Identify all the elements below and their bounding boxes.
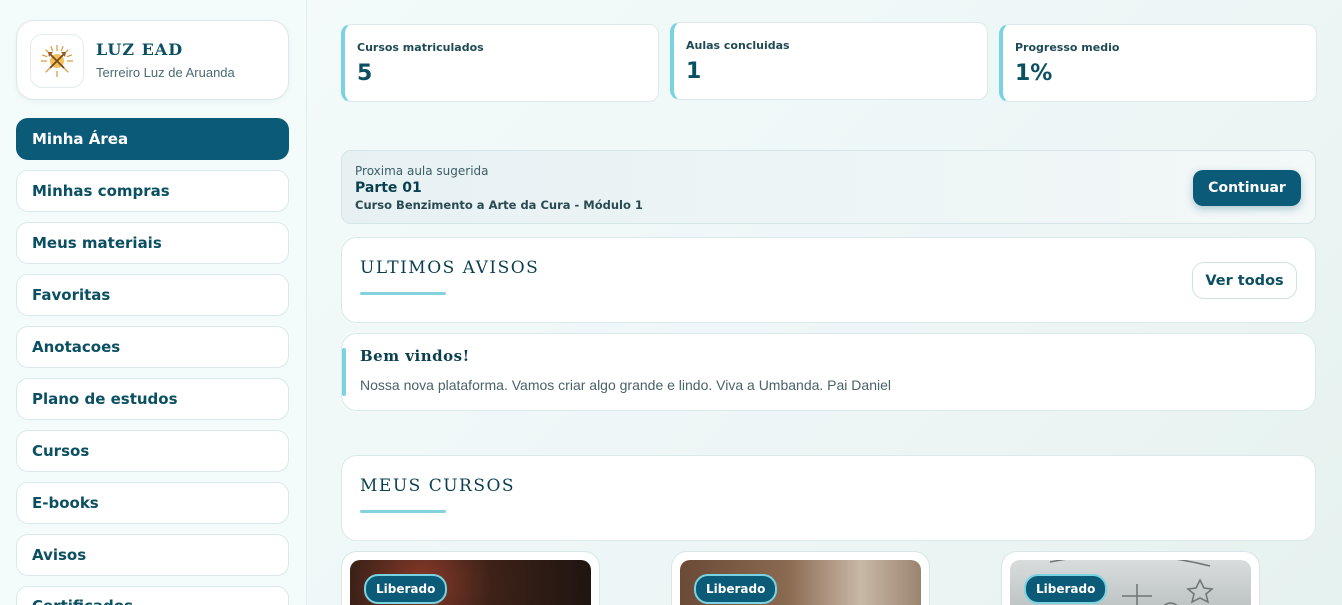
course-card[interactable]: Liberado bbox=[341, 551, 600, 605]
title-underline bbox=[360, 292, 446, 295]
next-lesson-banner: Proxima aula sugerida Parte 01 Curso Ben… bbox=[341, 150, 1316, 224]
stat-value: 1 bbox=[686, 59, 702, 84]
sidebar-item-avisos[interactable]: Avisos bbox=[16, 534, 289, 576]
stat-value: 5 bbox=[357, 61, 373, 86]
notice-item[interactable]: Bem vindos! Nossa nova plataforma. Vamos… bbox=[341, 333, 1316, 411]
courses-title: MEUS CURSOS bbox=[360, 476, 516, 496]
sidebar-item-meus-materiais[interactable]: Meus materiais bbox=[16, 222, 289, 264]
stat-label: Progresso medio bbox=[1015, 41, 1120, 54]
stat-value: 1% bbox=[1015, 61, 1053, 86]
stat-card-progresso-medio: Progresso medio 1% bbox=[999, 24, 1317, 102]
stat-label: Aulas concluidas bbox=[686, 39, 790, 52]
next-lesson-label: Proxima aula sugerida bbox=[355, 164, 489, 178]
sidebar-item-favoritas[interactable]: Favoritas bbox=[16, 274, 289, 316]
notices-panel: ULTIMOS AVISOS Ver todos bbox=[341, 237, 1316, 323]
stat-card-aulas-concluidas: Aulas concluidas 1 bbox=[670, 22, 988, 100]
sun-axes-logo-icon bbox=[30, 34, 84, 88]
stat-card-cursos-matriculados: Cursos matriculados 5 bbox=[341, 24, 659, 102]
brand-title: LUZ EAD bbox=[96, 40, 184, 59]
course-card[interactable]: Liberado bbox=[671, 551, 930, 605]
sidebar-item-cursos[interactable]: Cursos bbox=[16, 430, 289, 472]
course-status-badge: Liberado bbox=[1024, 574, 1108, 604]
view-all-notices-button[interactable]: Ver todos bbox=[1192, 262, 1297, 299]
sidebar-item-minhas-compras[interactable]: Minhas compras bbox=[16, 170, 289, 212]
sidebar-item-minha-area[interactable]: Minha Área bbox=[16, 118, 289, 160]
course-status-badge: Liberado bbox=[694, 574, 778, 604]
notice-title: Bem vindos! bbox=[360, 347, 470, 365]
sidebar-item-certificados[interactable]: Certificados bbox=[16, 586, 289, 605]
courses-panel: MEUS CURSOS bbox=[341, 455, 1316, 541]
title-underline bbox=[360, 510, 446, 513]
notices-title: ULTIMOS AVISOS bbox=[360, 258, 540, 278]
next-lesson-title: Parte 01 bbox=[355, 180, 422, 196]
sidebar: LUZ EAD Terreiro Luz de Aruanda Minha Ár… bbox=[0, 0, 307, 605]
notice-body: Nossa nova plataforma. Vamos criar algo … bbox=[360, 377, 891, 393]
stat-label: Cursos matriculados bbox=[357, 41, 484, 54]
sidebar-item-e-books[interactable]: E-books bbox=[16, 482, 289, 524]
brand-subtitle: Terreiro Luz de Aruanda bbox=[96, 65, 235, 80]
sidebar-item-anotacoes[interactable]: Anotacoes bbox=[16, 326, 289, 368]
course-card[interactable]: Liberado bbox=[1001, 551, 1260, 605]
brand-card[interactable]: LUZ EAD Terreiro Luz de Aruanda bbox=[16, 20, 289, 100]
continue-button[interactable]: Continuar bbox=[1193, 170, 1301, 206]
notice-accent-bar bbox=[342, 348, 346, 396]
next-lesson-course: Curso Benzimento a Arte da Cura - Módulo… bbox=[355, 198, 643, 212]
course-status-badge: Liberado bbox=[364, 574, 448, 604]
sidebar-item-plano-de-estudos[interactable]: Plano de estudos bbox=[16, 378, 289, 420]
